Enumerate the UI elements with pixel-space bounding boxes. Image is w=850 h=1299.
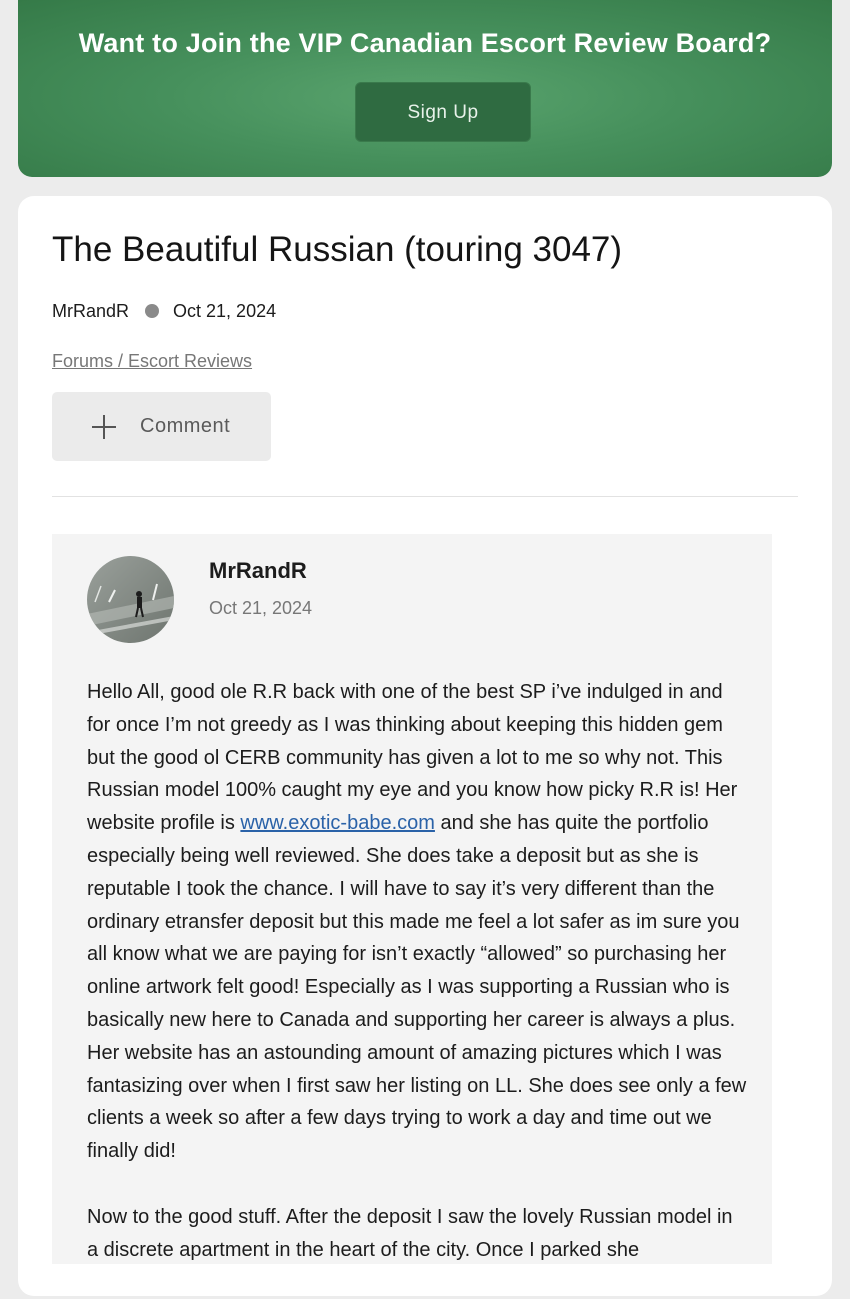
post-paragraph: Now to the good stuff. After the deposit…: [87, 1205, 733, 1261]
thread-author[interactable]: MrRandR: [52, 301, 129, 321]
post-author[interactable]: MrRandR: [209, 558, 307, 584]
breadcrumb[interactable]: Forums / Escort Reviews: [52, 351, 252, 372]
avatar-photo-icon: [87, 556, 174, 643]
website-link[interactable]: www.exotic-babe.com: [240, 812, 435, 834]
signup-banner: Want to Join the VIP Canadian Escort Rev…: [18, 0, 832, 177]
divider: [52, 496, 798, 497]
post: MrRandR Oct 21, 2024 Hello All, good ole…: [52, 534, 772, 1264]
thread-card: The Beautiful Russian (touring 3047) MrR…: [18, 196, 832, 1296]
plus-icon: [92, 415, 116, 439]
thread-date: Oct 21, 2024: [173, 301, 277, 321]
post-body: Hello All, good ole R.R back with one of…: [87, 676, 747, 1299]
comment-button[interactable]: Comment: [52, 392, 271, 461]
thread-meta: MrRandR Oct 21, 2024: [52, 301, 276, 322]
avatar[interactable]: [87, 556, 174, 643]
thread-title: The Beautiful Russian (touring 3047): [52, 230, 623, 269]
banner-title: Want to Join the VIP Canadian Escort Rev…: [78, 28, 772, 58]
separator-dot-icon: [145, 304, 160, 318]
post-paragraph: Hello All, good ole R.R back with one of…: [87, 676, 747, 1168]
signup-button[interactable]: Sign Up: [355, 82, 531, 142]
comment-button-label: Comment: [140, 415, 231, 437]
post-date: Oct 21, 2024: [209, 598, 313, 618]
post-text: and she has quite the portfolio especial…: [87, 812, 747, 1163]
